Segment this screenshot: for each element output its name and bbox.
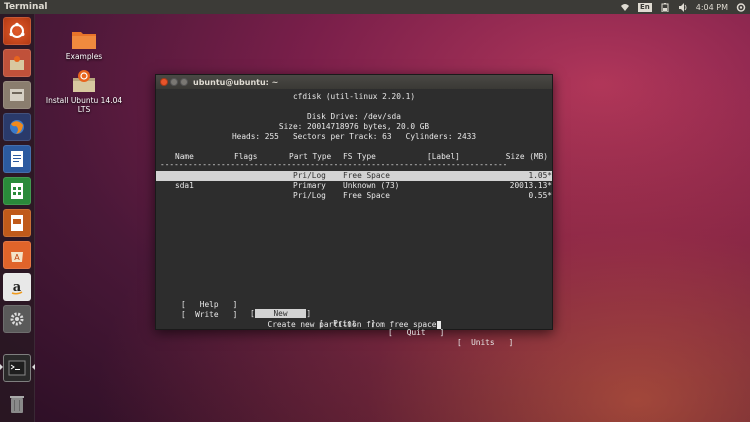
desktop-icon-install-ubuntu[interactable]: Install Ubuntu 14.04 LTS	[44, 68, 124, 114]
installer-icon	[73, 70, 95, 92]
row-part-type: Primary	[293, 181, 326, 190]
menu-new-button[interactable]: [ New ]	[250, 309, 311, 319]
window-title: ubuntu@ubuntu: ~	[193, 77, 279, 87]
impress-icon[interactable]	[3, 209, 31, 237]
volume-icon[interactable]	[678, 2, 688, 12]
active-app-title: Terminal	[4, 2, 48, 12]
disk-size: Size: 20014718976 bytes, 20.0 GB	[278, 122, 430, 131]
terminal-screen[interactable]: cfdisk (util-linux 2.20.1) Disk Drive: /…	[156, 89, 552, 347]
wifi-icon[interactable]	[620, 3, 630, 12]
launcher: A a	[0, 14, 35, 422]
power-gear-icon[interactable]	[736, 2, 746, 12]
system-tray: En 4:04 PM	[620, 2, 746, 12]
software-center-icon[interactable]: A	[3, 241, 31, 269]
svg-text:A: A	[14, 253, 20, 262]
file-manager-icon[interactable]	[3, 81, 31, 109]
disk-drive: Disk Drive: /dev/sda	[307, 112, 401, 121]
maximize-icon[interactable]	[180, 78, 188, 86]
table-separator: ----------------------------------------…	[160, 160, 508, 169]
writer-icon[interactable]	[3, 145, 31, 173]
row-size: 20013.13*	[509, 181, 552, 190]
row-fs-type: Free Space	[343, 191, 390, 200]
desktop-icon-examples[interactable]: Examples	[60, 28, 108, 61]
battery-icon[interactable]	[660, 2, 670, 12]
firefox-icon[interactable]	[3, 113, 31, 141]
folder-icon	[72, 32, 96, 49]
status-line: Create new partition from free space	[156, 320, 552, 330]
menu-write-button[interactable]: [ Write ]	[181, 310, 237, 320]
terminal-icon[interactable]	[3, 354, 31, 382]
minimize-icon[interactable]	[170, 78, 178, 86]
top-panel: Terminal En 4:04 PM	[0, 0, 750, 14]
app-header: cfdisk (util-linux 2.20.1)	[292, 92, 416, 101]
row-size: 0.55*	[528, 191, 552, 200]
trash-icon[interactable]	[3, 390, 31, 418]
calc-icon[interactable]	[3, 177, 31, 205]
dash-home-icon[interactable]	[3, 17, 31, 45]
row-part-type: Pri/Log	[293, 171, 326, 180]
desktop-icon-label: Examples	[65, 52, 103, 61]
row-fs-type: Unknown (73)	[343, 181, 400, 190]
install-ubuntu-icon[interactable]	[3, 49, 31, 77]
clock[interactable]: 4:04 PM	[696, 3, 728, 12]
row-size: 1.05*	[528, 171, 552, 180]
focus-indicator	[32, 364, 35, 370]
desktop-icon-label: Install Ubuntu 14.04 LTS	[45, 96, 123, 114]
command-menu-row2: [ Write ]	[156, 300, 552, 319]
row-part-type: Pri/Log	[293, 191, 326, 200]
system-settings-icon[interactable]	[3, 305, 31, 333]
menu-units-button[interactable]: [ Units ]	[457, 338, 513, 348]
close-icon[interactable]	[160, 78, 168, 86]
table-row[interactable]: Pri/Log Free Space 1.05*	[156, 171, 552, 181]
table-row[interactable]: Pri/Log Free Space 0.55*	[156, 191, 552, 201]
disk-geometry: Heads: 255 Sectors per Track: 63 Cylinde…	[231, 132, 477, 141]
amazon-icon[interactable]: a	[3, 273, 31, 301]
keyboard-indicator[interactable]: En	[638, 2, 652, 12]
table-row[interactable]: sda1 Primary Unknown (73) 20013.13*	[156, 181, 552, 191]
terminal-window[interactable]: ubuntu@ubuntu: ~ cfdisk (util-linux 2.20…	[155, 74, 553, 347]
row-name: sda1	[175, 181, 194, 190]
command-menu: [ Help ] [ New ] [ Print ] [ Quit ] [ Un…	[156, 290, 552, 347]
text-cursor	[436, 321, 441, 329]
row-fs-type: Free Space	[343, 171, 390, 180]
status-text: Create new partition from free space	[267, 320, 437, 329]
window-titlebar[interactable]: ubuntu@ubuntu: ~	[156, 75, 552, 89]
